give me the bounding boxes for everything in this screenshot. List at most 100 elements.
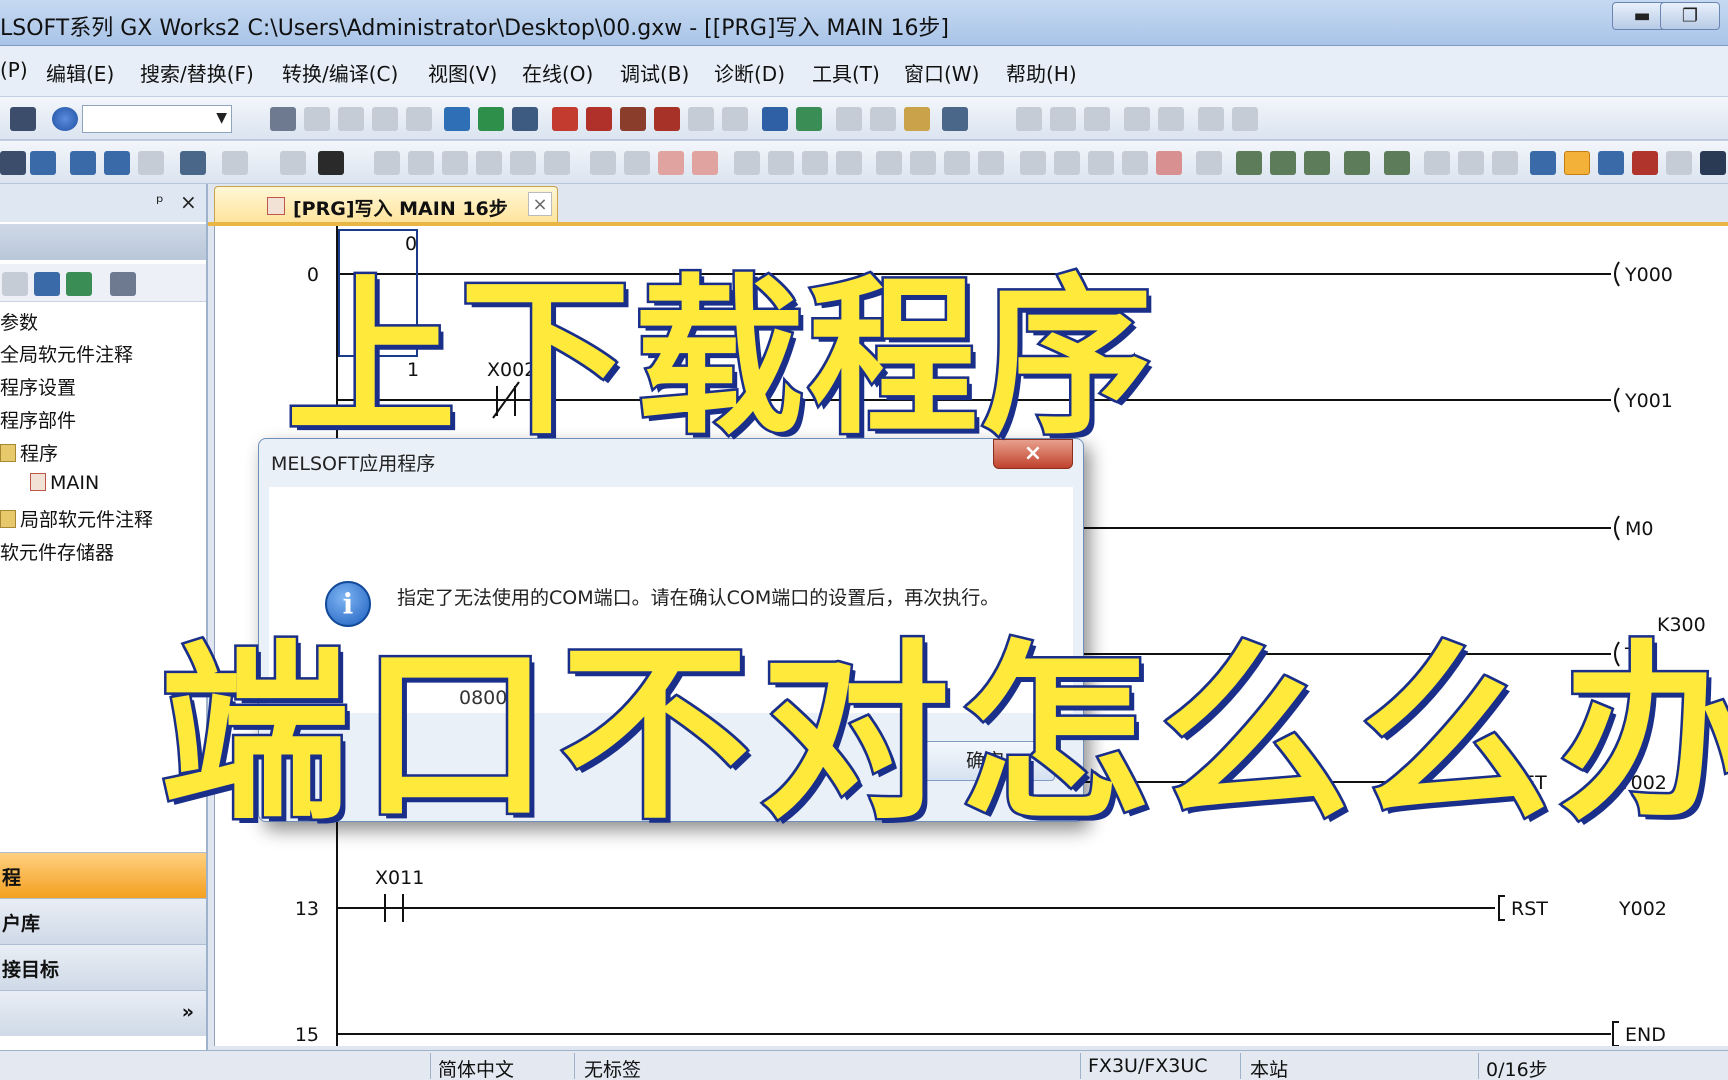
menu-edit[interactable]: 编辑(E) bbox=[46, 58, 114, 87]
cut-icon[interactable] bbox=[270, 107, 296, 131]
undo-icon[interactable] bbox=[372, 107, 398, 131]
menu-window[interactable]: 窗口(W) bbox=[904, 58, 979, 87]
nav-connection-destination[interactable]: 接目标 bbox=[0, 944, 206, 990]
pin-icon[interactable]: ᵖ bbox=[156, 192, 164, 213]
menu-view[interactable]: 视图(V) bbox=[428, 58, 497, 87]
nav-project[interactable]: 程 bbox=[0, 852, 206, 898]
toolbar-combo[interactable]: ▼ bbox=[82, 105, 232, 133]
open-contact-f5-icon[interactable] bbox=[374, 151, 400, 175]
comment-edit-icon[interactable] bbox=[1344, 151, 1370, 175]
upload-icon[interactable] bbox=[552, 107, 578, 131]
zoom-fit-icon[interactable] bbox=[1084, 107, 1110, 131]
save-icon[interactable] bbox=[10, 107, 36, 131]
paste-icon[interactable] bbox=[338, 107, 364, 131]
device-test-icon[interactable] bbox=[796, 107, 822, 131]
pulse-sa7-icon[interactable] bbox=[944, 151, 970, 175]
monitor-write-2-icon[interactable] bbox=[1666, 151, 1692, 175]
monitor-all-icon[interactable] bbox=[722, 107, 748, 131]
menu-online[interactable]: 在线(O) bbox=[522, 58, 593, 87]
verify-plc-icon[interactable] bbox=[512, 107, 538, 131]
maximize-button[interactable]: ❐ bbox=[1660, 2, 1720, 30]
coil-f7-icon[interactable] bbox=[510, 151, 536, 175]
menu-help[interactable]: 帮助(H) bbox=[1006, 58, 1077, 87]
tree-item-program[interactable]: 程序 bbox=[0, 439, 58, 466]
zoom-icon[interactable] bbox=[1016, 107, 1042, 131]
open-branch-sf5-icon[interactable] bbox=[408, 151, 434, 175]
tree-item-local-comment[interactable]: 局部软元件注释 bbox=[0, 505, 153, 532]
view-list-icon[interactable] bbox=[30, 151, 56, 175]
menu-tools[interactable]: 工具(T) bbox=[812, 58, 880, 87]
vertical-line-sf9-icon[interactable] bbox=[624, 151, 650, 175]
device-2-icon[interactable] bbox=[104, 151, 130, 175]
device-comment-icon[interactable] bbox=[1304, 151, 1330, 175]
pulse-branch-af8-icon[interactable] bbox=[836, 151, 862, 175]
tree-item-program-setting[interactable]: 程序设置 bbox=[0, 373, 76, 400]
find-icon[interactable] bbox=[222, 151, 248, 175]
device-3-icon[interactable] bbox=[138, 151, 164, 175]
help-icon[interactable] bbox=[52, 107, 78, 131]
monitor-mode-2-icon[interactable] bbox=[1632, 151, 1658, 175]
pulse-sa6-icon[interactable] bbox=[910, 151, 936, 175]
note-edit-icon[interactable] bbox=[1424, 151, 1450, 175]
tree-item-program-parts[interactable]: 程序部件 bbox=[0, 406, 76, 433]
read-plc-icon[interactable] bbox=[444, 107, 470, 131]
closed-contact-f6-icon[interactable] bbox=[442, 151, 468, 175]
note-icon[interactable] bbox=[1270, 151, 1296, 175]
contact-icon[interactable] bbox=[0, 151, 26, 175]
statement-icon[interactable] bbox=[1236, 151, 1262, 175]
zoom-search-icon[interactable] bbox=[1700, 151, 1726, 175]
tab-close-icon[interactable]: × bbox=[528, 192, 552, 216]
font-icon[interactable] bbox=[1198, 107, 1224, 131]
binoculars-icon[interactable] bbox=[318, 151, 344, 175]
simulation-stop-icon[interactable] bbox=[870, 107, 896, 131]
menu-convert-compile[interactable]: 转换/编译(C) bbox=[282, 58, 398, 87]
label-icon[interactable] bbox=[1124, 107, 1150, 131]
nav-user-library[interactable]: 户库 bbox=[0, 898, 206, 944]
menu-debug[interactable]: 调试(B) bbox=[620, 58, 689, 87]
tree-item-parameters[interactable]: 参数 bbox=[0, 308, 38, 335]
list-2-icon[interactable] bbox=[1492, 151, 1518, 175]
tree-item-global-comment[interactable]: 全局软元件注释 bbox=[0, 340, 133, 367]
operation-af10-icon[interactable] bbox=[1088, 151, 1114, 175]
menu-project[interactable]: (P) bbox=[0, 58, 28, 82]
comment-icon[interactable] bbox=[1196, 151, 1222, 175]
delete-line-cf9-icon[interactable] bbox=[658, 151, 684, 175]
copy-icon[interactable] bbox=[304, 107, 330, 131]
download-icon[interactable] bbox=[586, 107, 612, 131]
tree-item-main[interactable]: MAIN bbox=[30, 472, 99, 494]
zoom-out-icon[interactable] bbox=[1050, 107, 1076, 131]
falling-pulse-sf8-icon[interactable] bbox=[768, 151, 794, 175]
search-device-icon[interactable] bbox=[904, 107, 930, 131]
pulse-sa5-icon[interactable] bbox=[876, 151, 902, 175]
device-icon[interactable] bbox=[70, 151, 96, 175]
display-icon[interactable] bbox=[942, 107, 968, 131]
read-mode-icon[interactable] bbox=[1564, 151, 1590, 175]
menu-diagnostics[interactable]: 诊断(D) bbox=[714, 58, 785, 87]
monitor-icon[interactable] bbox=[620, 107, 646, 131]
tree-item-device-memory[interactable]: 软元件存储器 bbox=[0, 538, 114, 565]
device-batch-icon[interactable] bbox=[762, 107, 788, 131]
simulation-icon[interactable] bbox=[836, 107, 862, 131]
menu-search-replace[interactable]: 搜索/替换(F) bbox=[140, 58, 254, 87]
new-data-icon[interactable] bbox=[2, 272, 28, 296]
delete-af9-icon[interactable] bbox=[1156, 151, 1182, 175]
redo-icon[interactable] bbox=[406, 107, 432, 131]
help-circle-icon[interactable] bbox=[280, 151, 306, 175]
invert-sf5-icon[interactable] bbox=[1020, 151, 1046, 175]
write-plc-icon[interactable] bbox=[478, 107, 504, 131]
font-size-icon[interactable] bbox=[1232, 107, 1258, 131]
pulse-branch-af7-icon[interactable] bbox=[802, 151, 828, 175]
monitor-write-icon[interactable] bbox=[688, 107, 714, 131]
label-edit-icon[interactable] bbox=[1158, 107, 1184, 131]
nav-more[interactable]: » bbox=[0, 990, 206, 1036]
list-icon[interactable] bbox=[1458, 151, 1484, 175]
write-mode-icon[interactable] bbox=[1598, 151, 1624, 175]
cross-ref-icon[interactable] bbox=[1530, 151, 1556, 175]
statement-edit-icon[interactable] bbox=[1384, 151, 1410, 175]
closed-branch-sf6-icon[interactable] bbox=[476, 151, 502, 175]
tab-main[interactable]: [PRG]写入 MAIN 16步 bbox=[214, 186, 558, 224]
property-icon[interactable] bbox=[34, 272, 60, 296]
operation-ca5-icon[interactable] bbox=[1054, 151, 1080, 175]
instruction-f8-icon[interactable] bbox=[544, 151, 570, 175]
pulse-sa8-icon[interactable] bbox=[978, 151, 1004, 175]
